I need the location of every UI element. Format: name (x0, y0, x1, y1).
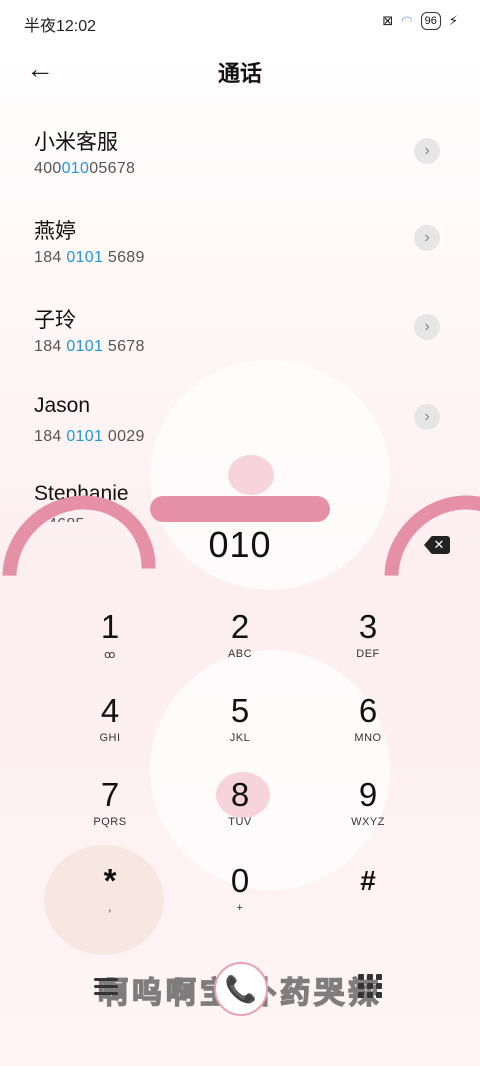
contact-number: 184 0101 0029 (34, 428, 145, 445)
contact-name: Jason (34, 394, 91, 417)
key-4[interactable]: 4 GHI (50, 692, 170, 772)
contact-name: 小米客服 (34, 131, 118, 154)
contact-detail-chevron-icon[interactable]: › (414, 404, 440, 430)
contact-item[interactable]: Jason 184 0101 0029 › (0, 394, 480, 480)
status-time: 半夜12:02 (24, 18, 97, 35)
key-3[interactable]: 3 DEF (308, 608, 428, 688)
key-star[interactable]: *, (50, 862, 170, 942)
contact-item[interactable]: 小米客服 40001005678 › (0, 126, 480, 212)
key-1[interactable]: 1ꝏ (50, 608, 170, 688)
battery-level: 96 (420, 12, 441, 30)
keypad-toggle-icon[interactable] (358, 974, 382, 998)
phone-icon: 📞 (224, 974, 258, 1004)
contact-item[interactable]: 燕婷 184 0101 5689 › (0, 215, 480, 301)
header: ← 通话 (0, 48, 480, 92)
call-button[interactable]: 📞 (214, 962, 268, 1016)
status-icons: ⊠ ◠ 96 ⚡ (382, 12, 458, 30)
wifi-icon: ◠ (401, 13, 413, 28)
key-7[interactable]: 7 PQRS (50, 776, 170, 856)
key-hash[interactable]: # (308, 862, 428, 942)
page-title: 通话 (217, 61, 262, 86)
dialed-number[interactable]: 010 (0, 524, 480, 568)
menu-icon[interactable] (94, 978, 118, 998)
key-0[interactable]: 0 + (180, 862, 300, 942)
key-2[interactable]: 2 ABC (180, 608, 300, 688)
contact-number: 40001005678 (34, 160, 136, 177)
contact-name: 燕婷 (34, 220, 76, 243)
charging-icon: ⚡ (448, 13, 458, 28)
bottom-bar: 📞 (0, 960, 480, 1016)
contact-number: 184 0101 5678 (34, 338, 145, 355)
status-bar: 半夜12:02 ⊠ ◠ 96 ⚡ (0, 0, 480, 44)
key-8[interactable]: 8 TUV (180, 776, 300, 856)
key-6[interactable]: 6 MNO (308, 692, 428, 772)
sim-icon: ⊠ (382, 13, 394, 28)
contact-detail-chevron-icon[interactable]: › (414, 225, 440, 251)
key-9[interactable]: 9 WXYZ (308, 776, 428, 856)
contact-number: 184 0101 5689 (34, 249, 145, 266)
key-5[interactable]: 5 JKL (180, 692, 300, 772)
voicemail-icon: ꝏ (104, 649, 116, 661)
contact-detail-chevron-icon[interactable]: › (414, 314, 440, 340)
pink-band (150, 496, 330, 522)
contact-name: 子玲 (34, 309, 76, 332)
contact-detail-chevron-icon[interactable]: › (414, 138, 440, 164)
contact-item[interactable]: 子玲 184 0101 5678 › (0, 304, 480, 390)
